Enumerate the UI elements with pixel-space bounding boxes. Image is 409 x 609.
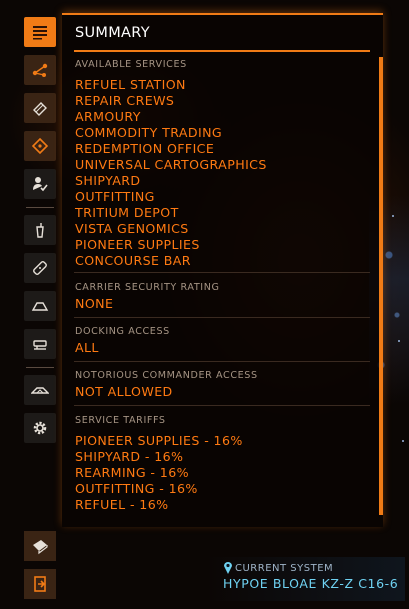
nav-ship-button[interactable]	[24, 375, 56, 405]
docking-access-label: DOCKING ACCESS	[75, 326, 170, 337]
nav-repair-button[interactable]	[24, 253, 56, 283]
tariff-item: REFUEL - 16%	[75, 497, 169, 512]
service-item: TRITIUM DEPOT	[75, 205, 179, 220]
service-item: REFUEL STATION	[75, 77, 186, 92]
settings-icon	[33, 421, 47, 435]
nav-settings-button[interactable]	[24, 413, 56, 443]
title-underline	[74, 50, 370, 52]
background-star	[392, 215, 394, 217]
nav-crew-button[interactable]	[24, 169, 56, 199]
nav-bar-button[interactable]	[24, 215, 56, 245]
security-rating-value: NONE	[75, 296, 114, 311]
service-item: VISTA GENOMICS	[75, 221, 189, 236]
nav-summary-button[interactable]	[24, 17, 56, 47]
docking-icon	[31, 302, 49, 311]
service-item: COMMODITY TRADING	[75, 125, 223, 140]
tariff-item: SHIPYARD - 16%	[75, 449, 184, 464]
current-system-name[interactable]: HYPOE BLOAE KZ-Z C16-6	[223, 576, 398, 591]
nav-carrier-button[interactable]	[24, 329, 56, 359]
crew-icon	[33, 177, 48, 192]
summary-icon	[33, 26, 47, 40]
nav-route-button[interactable]	[24, 55, 56, 85]
notorious-access-section: NOTORIOUS COMMANDER ACCESS NOT ALLOWED	[75, 370, 370, 400]
section-divider	[74, 361, 370, 362]
service-item: OUTFITTING	[75, 189, 155, 204]
nav-tag-button[interactable]	[24, 131, 56, 161]
tariff-item: REARMING - 16%	[75, 465, 189, 480]
service-item: CONCOURSE BAR	[75, 253, 191, 268]
location-pin-icon	[224, 562, 232, 574]
current-system-widget: CURRENT SYSTEM HYPOE BLOAE KZ-Z C16-6	[205, 557, 405, 601]
carrier-icon	[33, 340, 47, 350]
available-services-section: AVAILABLE SERVICES REFUEL STATION REPAIR…	[75, 59, 370, 269]
exit-icon	[34, 576, 46, 592]
docking-access-section: DOCKING ACCESS ALL	[75, 326, 370, 356]
service-item: ARMOURY	[75, 109, 141, 124]
nav-docking-button[interactable]	[24, 291, 56, 321]
section-divider	[74, 272, 370, 273]
finance-icon	[33, 102, 47, 116]
bar-icon	[36, 223, 44, 238]
section-divider	[74, 317, 370, 318]
notorious-access-value: NOT ALLOWED	[75, 384, 173, 399]
tariff-item: OUTFITTING - 16%	[75, 481, 198, 496]
panel-scrollbar[interactable]	[379, 57, 383, 515]
repair-icon	[33, 261, 47, 275]
exit-button[interactable]	[24, 569, 56, 599]
nav-separator	[26, 367, 54, 368]
nav-finance-button[interactable]	[24, 93, 56, 123]
panel-title: SUMMARY	[75, 25, 150, 41]
service-item: SHIPYARD	[75, 173, 141, 188]
carrier-management-screen: SUMMARY AVAILABLE SERVICES REFUEL STATIO…	[0, 0, 409, 609]
tariff-item: PIONEER SUPPLIES - 16%	[75, 433, 243, 448]
ship-icon	[31, 387, 49, 394]
service-item: PIONEER SUPPLIES	[75, 237, 200, 252]
service-item: REDEMPTION OFFICE	[75, 141, 215, 156]
tag-icon	[31, 137, 49, 155]
service-item: REPAIR CREWS	[75, 93, 175, 108]
nav-separator	[26, 207, 54, 208]
service-tariffs-section: SERVICE TARIFFS PIONEER SUPPLIES - 16% S…	[75, 415, 370, 513]
summary-panel: SUMMARY AVAILABLE SERVICES REFUEL STATIO…	[62, 13, 383, 527]
security-rating-label: CARRIER SECURITY RATING	[75, 282, 220, 293]
background-star	[402, 440, 404, 442]
service-tariffs-label: SERVICE TARIFFS	[75, 415, 166, 426]
journal-button[interactable]	[24, 531, 56, 561]
service-item: UNIVERSAL CARTOGRAPHICS	[75, 157, 267, 172]
route-icon	[32, 63, 48, 77]
current-system-label: CURRENT SYSTEM	[235, 563, 334, 574]
notorious-access-label: NOTORIOUS COMMANDER ACCESS	[75, 370, 258, 381]
section-divider	[74, 405, 370, 406]
background-star	[398, 340, 400, 342]
docking-access-value: ALL	[75, 340, 99, 355]
security-rating-section: CARRIER SECURITY RATING NONE	[75, 282, 370, 312]
available-services-label: AVAILABLE SERVICES	[75, 59, 187, 70]
journal-icon	[33, 540, 48, 555]
